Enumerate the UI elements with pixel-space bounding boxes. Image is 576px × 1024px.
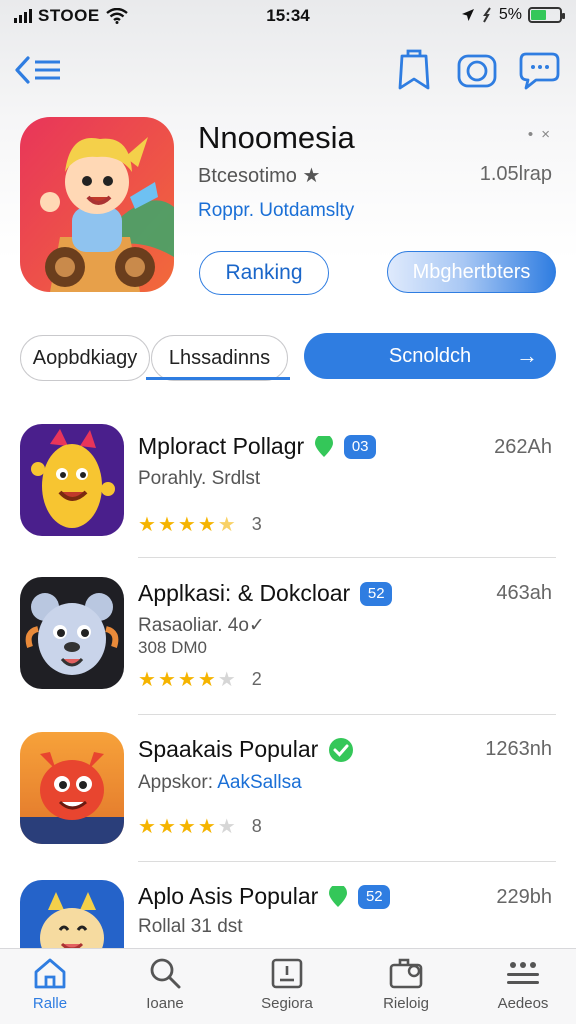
app-icon-4 [20, 880, 124, 948]
app-title: Spaakais Popular [138, 736, 319, 762]
app-subtitle-2: Rasaoliar. 4o✓ [138, 615, 265, 636]
camera-icon[interactable] [456, 48, 497, 92]
search-icon [150, 958, 181, 989]
status-bar: STOOE 15:34 5% [0, 0, 576, 34]
app-subtitle-label: Appskor: [138, 772, 213, 793]
star-full-icon: ★ [177, 816, 196, 838]
rating-count: 8 [251, 816, 262, 836]
star-full-icon: ★ [138, 816, 156, 838]
divider [138, 557, 556, 558]
more-options-icon[interactable]: • × [528, 126, 552, 143]
bookmark-icon[interactable] [394, 48, 434, 92]
star-rating-1: ★ ★ ★ ★ ★ 3 [138, 512, 262, 537]
app-size-2: 463ah [496, 582, 552, 604]
app-subtitle-link[interactable]: AakSallsa [217, 772, 302, 793]
segment-2[interactable]: Lhssadinns [151, 335, 288, 381]
star-full-icon: ★ [197, 514, 216, 536]
star-full-icon: ★ [138, 514, 156, 536]
tab-label: Rieloig [383, 995, 429, 1012]
hero-app-icon[interactable] [20, 117, 174, 292]
tab-bar: Ralle Ioane Segiora Rieloig Aedeos [0, 948, 576, 1024]
app-title: Applkasi: & Dokcloar [138, 580, 351, 606]
tab-label: Aedeos [497, 995, 549, 1012]
tab-briefcase[interactable]: Rieloig [358, 957, 454, 1021]
hero-title: Nnoomesia [198, 120, 355, 155]
app-name-1: Mploract Pollagr 03 [138, 433, 377, 460]
list-item[interactable]: Spaakais Popular Appskor: AakSallsa 1263… [0, 732, 576, 852]
calendar-icon [271, 958, 303, 989]
location-icon [461, 9, 474, 21]
hero-developer-link[interactable]: Roppr. Uotdamslty [198, 200, 354, 222]
tab-label: Ralle [32, 995, 68, 1012]
tab-calendar[interactable]: Segiora [239, 957, 335, 1021]
tab-home[interactable]: Ralle [2, 957, 98, 1021]
schedule-button[interactable]: Scnoldch → [304, 333, 556, 379]
star-full-icon: ★ [157, 816, 176, 838]
rating-count: 3 [251, 514, 262, 534]
app-subtitle-2b: 308 DM0 [138, 638, 207, 657]
battery-fill [531, 10, 547, 20]
back-list-icon[interactable] [14, 50, 64, 90]
tab-label: Segiora [261, 995, 313, 1012]
list-item[interactable]: Aplo Asis Popular 52 Rollal 31 dst 229bh [0, 880, 576, 948]
star-empty-icon: ★ [217, 816, 236, 838]
tab-people[interactable]: Aedeos [475, 957, 571, 1021]
arrow-right-icon: → [516, 343, 538, 368]
schedule-label: Scnoldch [388, 344, 472, 367]
star-empty-icon: ★ [217, 669, 236, 691]
app-subtitle-3: Appskor: AakSallsa [138, 772, 302, 794]
briefcase-icon [389, 958, 423, 989]
list-item[interactable]: Applkasi: & Dokcloar 52 Rasaoliar. 4o✓ 3… [0, 577, 576, 697]
nav-bar [0, 44, 576, 96]
star-full-icon: ★ [138, 669, 156, 691]
tab-search[interactable]: Ioane [117, 957, 213, 1021]
app-name-4: Aplo Asis Popular 52 [138, 883, 391, 910]
app-size-3: 1263nh [485, 738, 552, 760]
hero-size: 1.05lrap [479, 163, 552, 185]
star-full-icon: ★ [197, 816, 216, 838]
app-subtitle-4: Rollal 31 dst [138, 916, 243, 937]
hero-subtitle: Btcesotimo ★ [198, 165, 321, 187]
segment-1[interactable]: Aopbdkiagy [20, 335, 150, 381]
chat-icon[interactable] [518, 48, 560, 92]
age-badge: 52 [360, 581, 393, 606]
verified-icon [315, 435, 334, 457]
divider [138, 714, 556, 715]
divider [138, 861, 556, 862]
rating-count: 2 [251, 669, 262, 689]
age-badge: 03 [344, 434, 377, 459]
age-badge: 52 [358, 884, 391, 909]
alarm-icon [482, 7, 491, 23]
star-full-icon: ★ [177, 669, 196, 691]
battery-icon [528, 7, 565, 23]
star-full-icon: ★ [157, 514, 176, 536]
star-full-icon: ★ [197, 669, 216, 691]
verified-check-icon [329, 737, 354, 762]
app-size-1: 262Ah [494, 436, 552, 458]
app-subtitle-1: Porahly. Srdlst [138, 468, 261, 489]
ranking-button[interactable]: Ranking [199, 251, 329, 295]
home-icon [34, 958, 66, 989]
star-half-icon: ★ [217, 514, 236, 536]
app-title: Mploract Pollagr [138, 433, 305, 459]
people-icon [507, 962, 539, 984]
app-name-2: Applkasi: & Dokcloar 52 [138, 580, 393, 607]
verified-icon [329, 885, 348, 907]
app-title: Aplo Asis Popular [138, 883, 319, 909]
star-full-icon: ★ [157, 669, 176, 691]
app-size-4: 229bh [496, 886, 552, 908]
app-icon-2 [20, 577, 124, 689]
active-segment-indicator [146, 377, 290, 380]
list-item[interactable]: Mploract Pollagr 03 Porahly. Srdlst 262A… [0, 424, 576, 544]
app-icon-3 [20, 732, 124, 844]
star-rating-3: ★ ★ ★ ★ ★ 8 [138, 814, 262, 839]
status-right-group: 5% [461, 6, 565, 24]
star-rating-2: ★ ★ ★ ★ ★ 2 [138, 667, 262, 692]
tab-label: Ioane [146, 995, 184, 1012]
battery-percent: 5% [498, 6, 522, 23]
app-name-3: Spaakais Popular [138, 736, 354, 763]
members-button[interactable]: Mbghertbters [387, 251, 556, 293]
star-full-icon: ★ [177, 514, 196, 536]
app-icon-1 [20, 424, 124, 536]
